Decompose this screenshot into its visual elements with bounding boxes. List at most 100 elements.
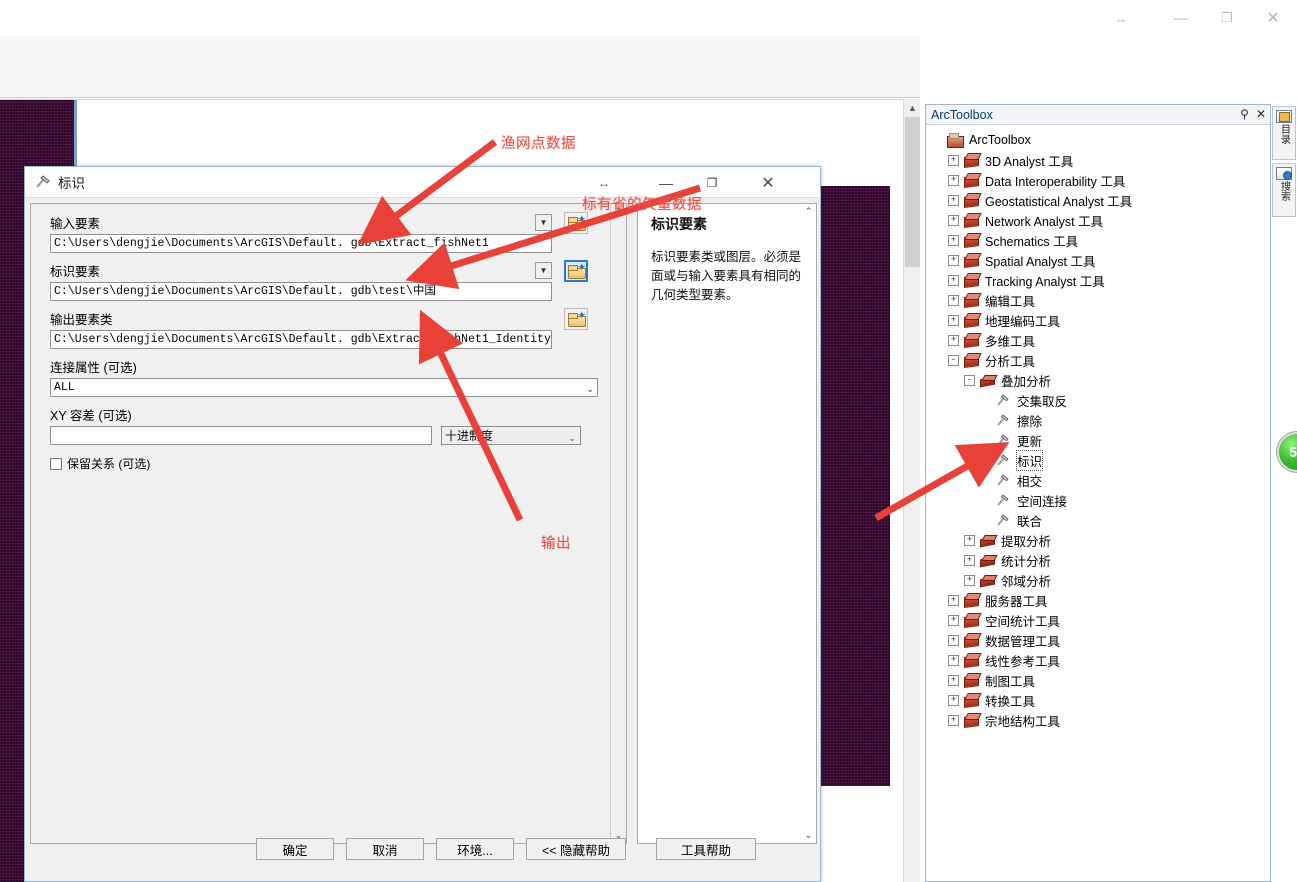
arctoolbox-tree[interactable]: ArcToolbox +3D Analyst 工具 + Data Interopera… [926, 126, 1270, 881]
expand-icon[interactable]: + [948, 154, 959, 166]
tree-item-空间统计工具[interactable]: + 空间统计工具 [926, 610, 1270, 630]
tree-item-label: 制图工具 [985, 674, 1036, 689]
expand-icon[interactable]: + [948, 194, 959, 206]
expand-icon[interactable]: + [948, 674, 959, 686]
expand-icon[interactable]: + [948, 214, 959, 226]
expand-icon[interactable]: + [948, 634, 959, 646]
expand-icon[interactable]: + [948, 314, 959, 326]
tree-item-label: 擦除 [1017, 414, 1043, 429]
tree-item-叠加分析[interactable]: - 叠加分析 [926, 370, 1270, 390]
tree-item-宗地结构工具[interactable]: + 宗地结构工具 [926, 710, 1270, 730]
tree-item-tracking-analyst-工具[interactable]: + Tracking Analyst 工具 [926, 270, 1270, 290]
xy-tolerance-unit-select[interactable]: 十进制度 ⌄ [441, 426, 581, 445]
toolbox-icon [963, 273, 980, 288]
join-attributes-select[interactable]: ALL ⌄ [50, 378, 598, 397]
tree-item-擦除[interactable]: 擦除 [926, 410, 1270, 430]
expand-icon[interactable]: + [964, 574, 975, 586]
expand-icon[interactable]: + [948, 614, 959, 626]
hide-help-button[interactable]: << 隐藏帮助 [526, 838, 626, 860]
status-badge[interactable]: 52 [1277, 432, 1297, 472]
tree-item-数据管理工具[interactable]: + 数据管理工具 [926, 630, 1270, 650]
window-maximize-button[interactable]: ❐ [1204, 0, 1250, 36]
expand-icon[interactable]: + [948, 594, 959, 606]
input-features-input[interactable]: C:\Users\dengjie\Documents\ArcGIS\Defaul… [50, 234, 552, 253]
hammer-icon [34, 174, 52, 190]
tree-item-label: 叠加分析 [1001, 374, 1052, 389]
map-vertical-scrollbar[interactable]: ▲ [903, 99, 920, 882]
tree-item-线性参考工具[interactable]: + 线性参考工具 [926, 650, 1270, 670]
tree-item-标识[interactable]: 标识 [926, 449, 1270, 471]
scroll-up-icon[interactable]: ⌃ [801, 204, 816, 219]
expand-icon[interactable]: + [964, 554, 975, 566]
tree-item-转换工具[interactable]: + 转换工具 [926, 690, 1270, 710]
pin-icon[interactable]: ⚲ [1240, 107, 1249, 121]
tree-item-编辑工具[interactable]: + 编辑工具 [926, 290, 1270, 310]
window-minimize-button[interactable]: — [1158, 0, 1204, 36]
tree-item-制图工具[interactable]: + 制图工具 [926, 670, 1270, 690]
close-icon[interactable]: ✕ [1256, 107, 1266, 121]
collapse-icon[interactable]: - [964, 374, 975, 386]
tree-item-label: Schematics 工具 [985, 234, 1079, 249]
ok-button[interactable]: 确定 [256, 838, 334, 860]
toolset-icon [979, 533, 996, 548]
tree-item-3d-analyst-工具[interactable]: +3D Analyst 工具 [926, 150, 1270, 170]
tree-item-network-analyst-工具[interactable]: + Network Analyst 工具 [926, 210, 1270, 230]
tree-item-空间连接[interactable]: 空间连接 [926, 490, 1270, 510]
tree-item-data-interoperability-工具[interactable]: + Data Interoperability 工具 [926, 170, 1270, 190]
parameters-scrollbar[interactable]: ⌃ ⌄ [610, 203, 627, 844]
chevron-down-icon[interactable]: ⌄ [586, 382, 594, 398]
tree-item-更新[interactable]: 更新 [926, 430, 1270, 450]
expand-icon[interactable]: + [948, 654, 959, 666]
tree-item-arctoolbox[interactable]: ArcToolbox [926, 130, 1270, 150]
cancel-button[interactable]: 取消 [346, 838, 424, 860]
help-scrollbar[interactable]: ⌃ ⌄ [801, 204, 816, 843]
tree-item-相交[interactable]: 相交 [926, 470, 1270, 490]
tree-item-提取分析[interactable]: + 提取分析 [926, 530, 1270, 550]
expand-icon[interactable]: + [948, 254, 959, 266]
expand-icon[interactable]: + [948, 274, 959, 286]
field-keep-relationships[interactable]: 保留关系 (可选) [50, 455, 598, 472]
xy-tolerance-input[interactable] [50, 426, 432, 445]
keep-relationships-checkbox[interactable] [50, 457, 62, 470]
tree-item-label: Network Analyst 工具 [985, 214, 1104, 229]
expand-icon[interactable]: + [948, 694, 959, 706]
tree-item-地理编码工具[interactable]: + 地理编码工具 [926, 310, 1270, 330]
scrollbar-thumb[interactable] [905, 117, 920, 267]
browse-identity-features-button[interactable]: ✦ [564, 260, 588, 282]
tree-item-联合[interactable]: 联合 [926, 510, 1270, 530]
collapse-icon[interactable]: - [948, 354, 959, 366]
expand-icon[interactable]: + [964, 534, 975, 546]
side-tab-search[interactable]: 搜索 [1272, 163, 1296, 217]
environments-button[interactable]: 环境... [436, 838, 514, 860]
tree-item-spatial-analyst-工具[interactable]: + Spatial Analyst 工具 [926, 250, 1270, 270]
tool-help-button[interactable]: 工具帮助 [656, 838, 756, 860]
tree-item-分析工具[interactable]: - 分析工具 [926, 350, 1270, 370]
window-resize-icon[interactable]: ↔ [1098, 0, 1144, 36]
side-tab-catalog[interactable]: 目录 [1272, 106, 1296, 160]
expand-icon[interactable]: + [948, 234, 959, 246]
browse-input-features-button[interactable]: ✦ [564, 212, 588, 234]
window-close-button[interactable]: ✕ [1250, 0, 1296, 36]
chevron-down-icon[interactable]: ⌄ [568, 430, 576, 446]
expand-icon[interactable]: + [948, 294, 959, 306]
tree-item-统计分析[interactable]: + 统计分析 [926, 550, 1270, 570]
tree-item-schematics-工具[interactable]: + Schematics 工具 [926, 230, 1270, 250]
browse-output-button[interactable]: ✦ [564, 308, 588, 330]
scroll-up-icon[interactable]: ▲ [904, 99, 921, 116]
join-attributes-value: ALL [54, 381, 75, 394]
hammer-icon [995, 433, 1012, 448]
tree-item-邻域分析[interactable]: + 邻域分析 [926, 570, 1270, 590]
tree-item-服务器工具[interactable]: + 服务器工具 [926, 590, 1270, 610]
expand-icon[interactable]: + [948, 714, 959, 726]
tree-item-多维工具[interactable]: + 多维工具 [926, 330, 1270, 350]
tree-item-geostatistical-analyst-工具[interactable]: + Geostatistical Analyst 工具 [926, 190, 1270, 210]
tree-item-交集取反[interactable]: 交集取反 [926, 390, 1270, 410]
chevron-down-icon[interactable]: ▼ [535, 262, 552, 279]
chevron-down-icon[interactable]: ▼ [535, 214, 552, 231]
dialog-close-button[interactable]: ✕ [748, 167, 788, 198]
output-feature-class-input[interactable]: C:\Users\dengjie\Documents\ArcGIS\Defaul… [50, 330, 552, 349]
expand-icon[interactable]: + [948, 174, 959, 186]
expand-icon[interactable]: + [948, 334, 959, 346]
identity-features-input[interactable]: C:\Users\dengjie\Documents\ArcGIS\Defaul… [50, 282, 552, 301]
toolbox-icon [963, 213, 980, 228]
